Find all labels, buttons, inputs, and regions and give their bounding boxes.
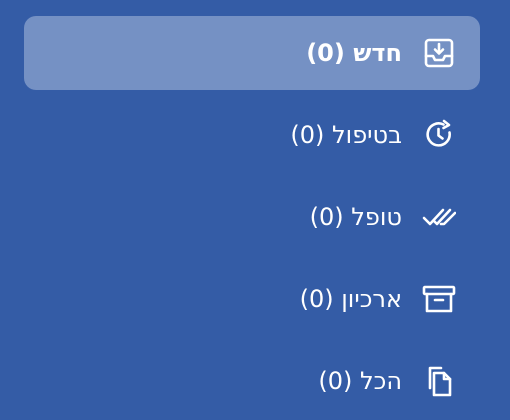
menu-item-label: חדש (0) — [306, 39, 402, 67]
double-check-icon — [422, 200, 456, 234]
status-menu: חדש (0) בטיפול (0) טופל (0) ארכיון (0) ה… — [24, 16, 480, 420]
menu-item-label: הכל (0) — [318, 367, 402, 395]
menu-item-new[interactable]: חדש (0) — [24, 16, 480, 90]
menu-item-label: טופל (0) — [309, 203, 402, 231]
inbox-download-icon — [422, 36, 456, 70]
menu-item-all[interactable]: הכל (0) — [24, 344, 480, 418]
menu-item-in-progress[interactable]: בטיפול (0) — [24, 98, 480, 172]
menu-item-label: ארכיון (0) — [299, 285, 402, 313]
archive-box-icon — [422, 282, 456, 316]
clock-refresh-icon — [422, 118, 456, 152]
copy-documents-icon — [422, 364, 456, 398]
menu-item-archive[interactable]: ארכיון (0) — [24, 262, 480, 336]
menu-item-handled[interactable]: טופל (0) — [24, 180, 480, 254]
menu-item-label: בטיפול (0) — [290, 121, 402, 149]
